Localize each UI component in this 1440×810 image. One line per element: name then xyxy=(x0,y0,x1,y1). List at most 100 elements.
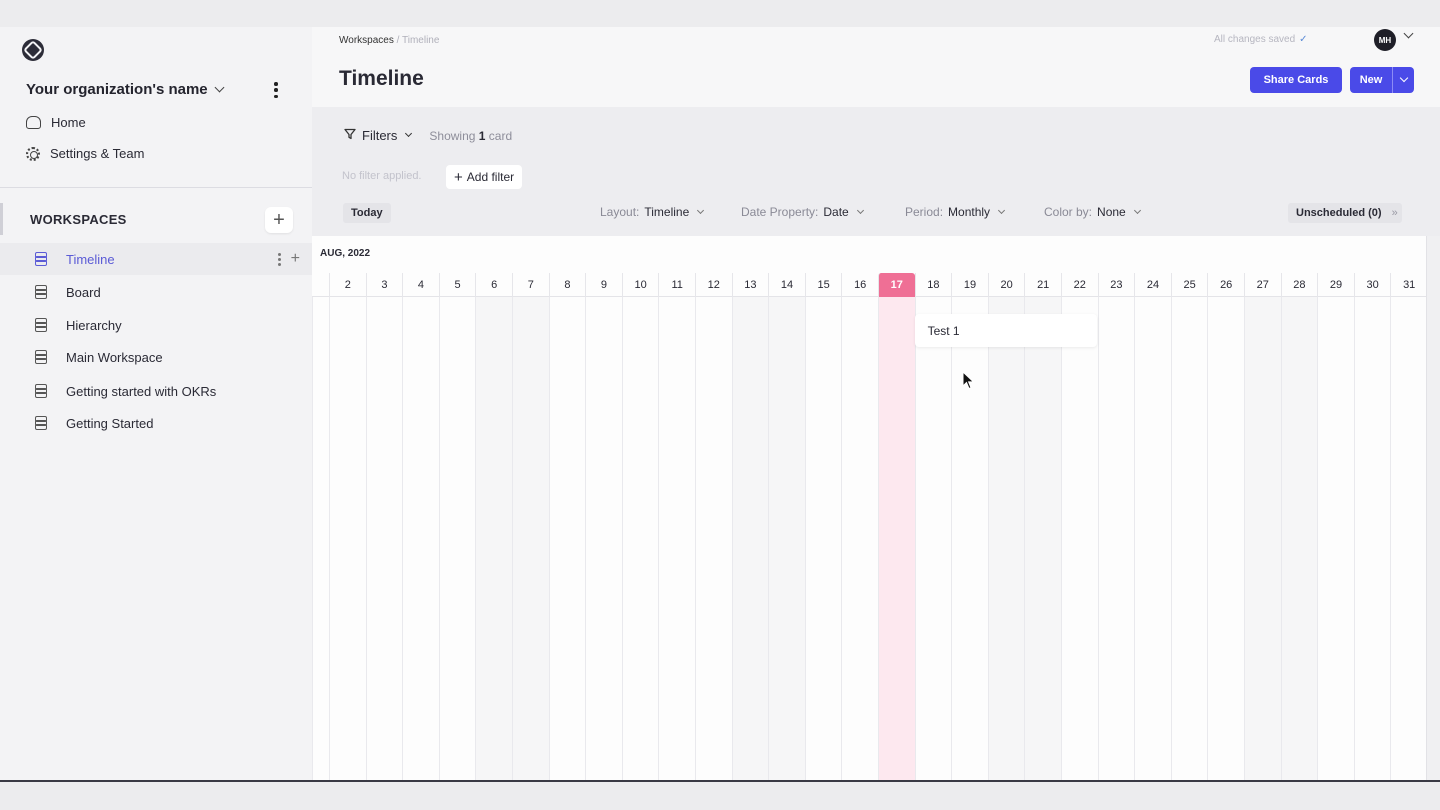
org-switcher[interactable]: Your organization's name xyxy=(26,81,225,98)
add-filter-button[interactable]: + Add filter xyxy=(446,165,523,189)
period-select[interactable]: Period: Monthly xyxy=(905,205,1006,219)
showing-prefix: Showing xyxy=(429,128,476,143)
day-header-12: 12 xyxy=(695,273,732,297)
filter-icon[interactable] xyxy=(344,128,356,143)
workspace-item-main[interactable]: Main Workspace xyxy=(0,341,312,373)
chevron-down-icon xyxy=(856,206,864,214)
org-menu-icon[interactable] xyxy=(268,81,284,99)
day-column-2[interactable] xyxy=(329,297,366,780)
workspace-label: Hierarchy xyxy=(66,317,122,333)
workspace-label: Board xyxy=(66,284,101,300)
day-column-16[interactable] xyxy=(841,297,878,780)
new-button-label: New xyxy=(1359,74,1383,86)
workspace-item-hierarchy[interactable]: Hierarchy xyxy=(0,309,312,341)
day-column-9[interactable] xyxy=(585,297,622,780)
day-header-28: 28 xyxy=(1280,273,1318,297)
day-column-6[interactable] xyxy=(475,297,512,780)
workspace-item-board[interactable]: Board xyxy=(0,276,312,308)
day-column-20[interactable] xyxy=(987,297,1025,780)
today-button[interactable]: Today xyxy=(343,203,391,223)
day-header-7: 7 xyxy=(512,273,549,297)
layout-select[interactable]: Layout: Timeline xyxy=(600,205,705,219)
day-column-19[interactable] xyxy=(951,297,988,780)
day-column-10[interactable] xyxy=(621,297,659,780)
layers-icon xyxy=(34,350,49,364)
day-header-29: 29 xyxy=(1317,273,1354,297)
nav-home[interactable]: Home xyxy=(26,115,86,130)
day-column-27[interactable] xyxy=(1244,297,1281,780)
add-icon[interactable]: + xyxy=(291,250,300,268)
day-header-23: 23 xyxy=(1097,273,1135,297)
month-label: AUG, 2022 xyxy=(320,248,371,259)
day-header-24: 24 xyxy=(1134,273,1171,297)
filters-bar: Filters Showing 1 card xyxy=(344,128,512,143)
day-column-26[interactable] xyxy=(1207,297,1244,780)
day-header-14: 14 xyxy=(768,273,805,297)
day-column-24[interactable] xyxy=(1134,297,1171,780)
scroll-edge xyxy=(1426,236,1440,780)
layers-icon xyxy=(34,318,49,332)
day-header-11: 11 xyxy=(658,273,695,297)
workspace-item-okrs[interactable]: Getting started with OKRs xyxy=(0,375,312,407)
layout-value: Timeline xyxy=(644,205,690,219)
chevron-down-icon xyxy=(697,206,705,214)
color-by-select[interactable]: Color by: None xyxy=(1044,205,1141,219)
unscheduled-label: Unscheduled (0) xyxy=(1296,207,1382,219)
day-column-22[interactable] xyxy=(1061,297,1098,780)
day-column-11[interactable] xyxy=(658,297,695,780)
share-cards-button[interactable]: Share Cards xyxy=(1250,67,1342,93)
day-column-29[interactable] xyxy=(1317,297,1354,780)
chevron-down-icon[interactable] xyxy=(1403,28,1414,39)
day-column-23[interactable] xyxy=(1097,297,1135,780)
day-column-1[interactable] xyxy=(312,297,329,780)
day-column-5[interactable] xyxy=(438,297,476,780)
add-workspace-button[interactable]: + xyxy=(265,207,293,233)
day-column-28[interactable] xyxy=(1280,297,1318,780)
breadcrumb-workspaces[interactable]: Workspaces xyxy=(339,35,394,46)
unscheduled-button[interactable]: Unscheduled (0) » xyxy=(1288,203,1402,223)
timeline-card[interactable]: Test 1 xyxy=(914,314,1097,347)
check-icon: ✓ xyxy=(1299,34,1308,45)
day-column-18[interactable] xyxy=(914,297,952,780)
nav-settings-team[interactable]: Settings & Team xyxy=(26,146,144,161)
day-header-22: 22 xyxy=(1061,273,1098,297)
layers-icon xyxy=(34,384,49,398)
day-header-3: 3 xyxy=(365,273,403,297)
day-header-30: 30 xyxy=(1353,273,1391,297)
day-column-7[interactable] xyxy=(512,297,549,780)
day-column-13[interactable] xyxy=(731,297,769,780)
filters-button[interactable]: Filters xyxy=(362,128,397,143)
day-column-30[interactable] xyxy=(1353,297,1391,780)
save-status: All changes saved ✓ xyxy=(1214,34,1308,45)
day-header-20: 20 xyxy=(987,273,1025,297)
showing-number: 1 xyxy=(478,128,486,143)
date-property-select[interactable]: Date Property: Date xyxy=(741,205,864,219)
workspace-label: Timeline xyxy=(66,251,115,267)
new-dropdown-toggle[interactable] xyxy=(1393,73,1414,83)
day-column-21[interactable] xyxy=(1024,297,1061,780)
workspace-menu-icon[interactable] xyxy=(277,252,281,266)
day-column-17[interactable] xyxy=(878,297,915,780)
chevron-down-icon xyxy=(214,82,225,93)
day-header-27: 27 xyxy=(1244,273,1281,297)
page-title: Timeline xyxy=(339,67,424,90)
avatar[interactable]: MH xyxy=(1374,29,1396,51)
day-column-12[interactable] xyxy=(695,297,732,780)
day-column-25[interactable] xyxy=(1170,297,1208,780)
workspace-item-timeline[interactable]: Timeline + xyxy=(0,243,312,275)
workspace-item-getting-started[interactable]: Getting Started xyxy=(0,407,312,439)
day-header-17: 17 xyxy=(878,273,915,297)
layers-icon xyxy=(34,416,49,430)
layout-label: Layout: xyxy=(600,205,640,219)
day-column-14[interactable] xyxy=(768,297,805,780)
color-by-value: None xyxy=(1097,205,1126,219)
day-column-8[interactable] xyxy=(548,297,586,780)
day-column-31[interactable] xyxy=(1390,297,1427,780)
new-button[interactable]: New xyxy=(1350,67,1414,93)
top-bar: Workspaces / Timeline All changes saved ✓… xyxy=(312,27,1440,107)
app-logo-icon[interactable] xyxy=(22,39,44,61)
day-column-3[interactable] xyxy=(365,297,403,780)
day-column-15[interactable] xyxy=(804,297,842,780)
chevron-down-icon[interactable] xyxy=(405,129,413,138)
day-column-4[interactable] xyxy=(402,297,439,780)
